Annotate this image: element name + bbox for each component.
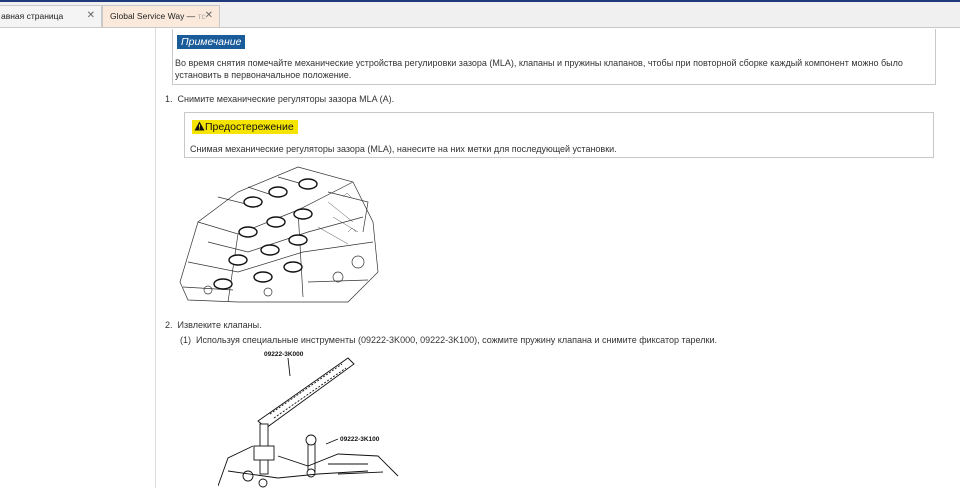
- cylinder-head-illustration: [179, 166, 379, 303]
- manual-content: Примечание Во время снятия помечайте мех…: [156, 28, 960, 488]
- substep-text: Используя специальные инструменты (09222…: [196, 335, 717, 345]
- step-2: 2. Извлеките клапаны.: [165, 319, 262, 331]
- tab-label: Global Service Way —: [110, 11, 198, 21]
- caution-text: Снимая механические регуляторы зазора (M…: [190, 144, 617, 154]
- tool-label-09222-3k100: 09222-3K100: [340, 436, 380, 443]
- note-label: Примечание: [177, 35, 246, 49]
- warning-triangle-icon: [194, 121, 205, 131]
- step-number: 1.: [165, 94, 173, 104]
- tool-label-09222-3k000: 09222-3K000: [264, 351, 304, 358]
- tab-home[interactable]: авная страница ✕: [0, 5, 102, 27]
- sidebar-panel: [0, 28, 156, 488]
- caution-label-text: Предостережение: [205, 121, 294, 133]
- note-box: Примечание Во время снятия помечайте мех…: [172, 29, 936, 85]
- step-text: Снимите механические регуляторы зазора M…: [177, 94, 395, 104]
- tab-global-service-way[interactable]: Global Service Way — тс ✕: [102, 5, 220, 27]
- tab-label: авная страница: [1, 11, 64, 21]
- caution-box: Предостережение Снимая механические регу…: [184, 112, 934, 158]
- step-number: 2.: [165, 320, 173, 330]
- close-icon[interactable]: ✕: [87, 6, 95, 26]
- step-text: Извлеките клапаны.: [177, 320, 262, 330]
- tab-bar: авная страница ✕ Global Service Way — тс…: [0, 0, 960, 28]
- step-1: 1. Снимите механические регуляторы зазор…: [165, 93, 394, 105]
- close-icon[interactable]: ✕: [205, 6, 213, 26]
- substep-number: (1): [180, 335, 191, 345]
- caution-label: Предостережение: [192, 120, 298, 134]
- special-tools-illustration: 09222-3K000 09222-3K100: [218, 351, 399, 488]
- substep-1: (1) Используя специальные инструменты (0…: [180, 334, 717, 346]
- note-text: Во время снятия помечайте механические у…: [175, 58, 903, 80]
